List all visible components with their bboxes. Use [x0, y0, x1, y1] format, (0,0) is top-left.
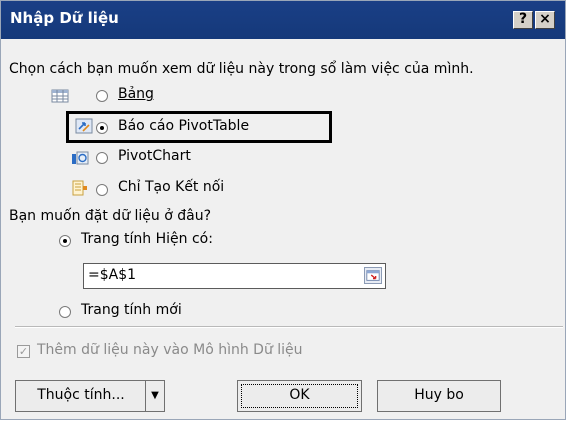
- option-pivotchart-label: PivotChart: [118, 148, 191, 164]
- pivottable-icon: [75, 118, 93, 134]
- existing-sheet-label: Trang tính Hiện có:: [81, 231, 213, 247]
- ok-button[interactable]: OK: [237, 380, 362, 412]
- new-sheet-label: Trang tính mới: [81, 302, 182, 318]
- import-data-dialog: Nhập Dữ liệu ? × Chọn cách bạn muốn xem …: [0, 0, 566, 420]
- properties-button-label: Thuộc tính...: [37, 387, 125, 403]
- pivotchart-icon: [72, 151, 89, 165]
- data-model-label: Thêm dữ liệu này vào Mô hình Dữ liệu: [37, 342, 303, 358]
- properties-button[interactable]: Thuộc tính... ▼: [15, 380, 165, 412]
- option-pivottable-label: Báo cáo PivotTable: [118, 118, 250, 134]
- cancel-button[interactable]: Huy bo: [377, 380, 501, 412]
- option-connection-label: Chỉ Tạo Kết nối: [118, 179, 225, 195]
- option-connection-radio[interactable]: [96, 184, 108, 196]
- option-table-radio[interactable]: [96, 90, 108, 102]
- close-button[interactable]: ×: [535, 11, 555, 29]
- existing-sheet-radio[interactable]: [59, 235, 71, 247]
- range-input[interactable]: =$A$1: [83, 263, 386, 289]
- divider: [15, 326, 563, 328]
- new-sheet-radio[interactable]: [59, 306, 71, 318]
- dialog-title: Nhập Dữ liệu: [10, 9, 119, 27]
- title-bar[interactable]: Nhập Dữ liệu ? ×: [1, 1, 565, 39]
- data-model-checkbox: ✓: [17, 345, 30, 358]
- help-button[interactable]: ?: [513, 11, 533, 29]
- destination-prompt: Bạn muốn đặt dữ liệu ở đâu?: [9, 208, 212, 224]
- option-pivotchart-radio[interactable]: [96, 152, 108, 164]
- view-prompt: Chọn cách bạn muốn xem dữ liệu này trong…: [9, 61, 474, 77]
- range-input-value: =$A$1: [88, 267, 137, 283]
- cancel-button-label: Huy bo: [414, 387, 464, 403]
- option-table-label: Bảng: [118, 86, 154, 102]
- table-icon: [51, 89, 69, 103]
- option-pivottable-radio[interactable]: [96, 122, 108, 134]
- ok-button-label: OK: [289, 387, 310, 403]
- range-picker-icon[interactable]: [364, 267, 382, 284]
- chevron-down-icon[interactable]: ▼: [145, 381, 164, 411]
- connection-icon: [72, 180, 87, 196]
